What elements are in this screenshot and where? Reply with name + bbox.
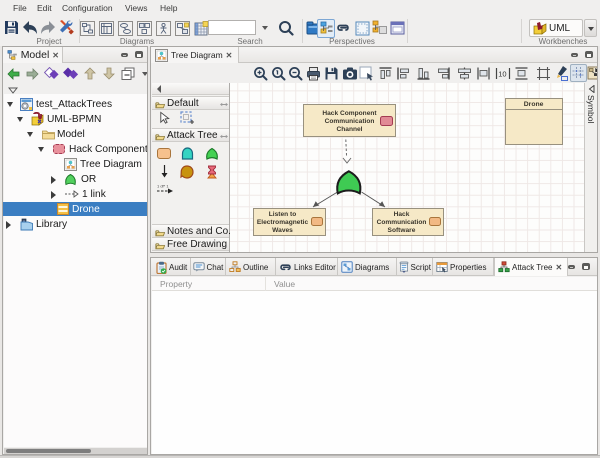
svg-text:1 df* 1: 1 df* 1 [157, 184, 169, 189]
svg-text:10: 10 [498, 70, 506, 79]
